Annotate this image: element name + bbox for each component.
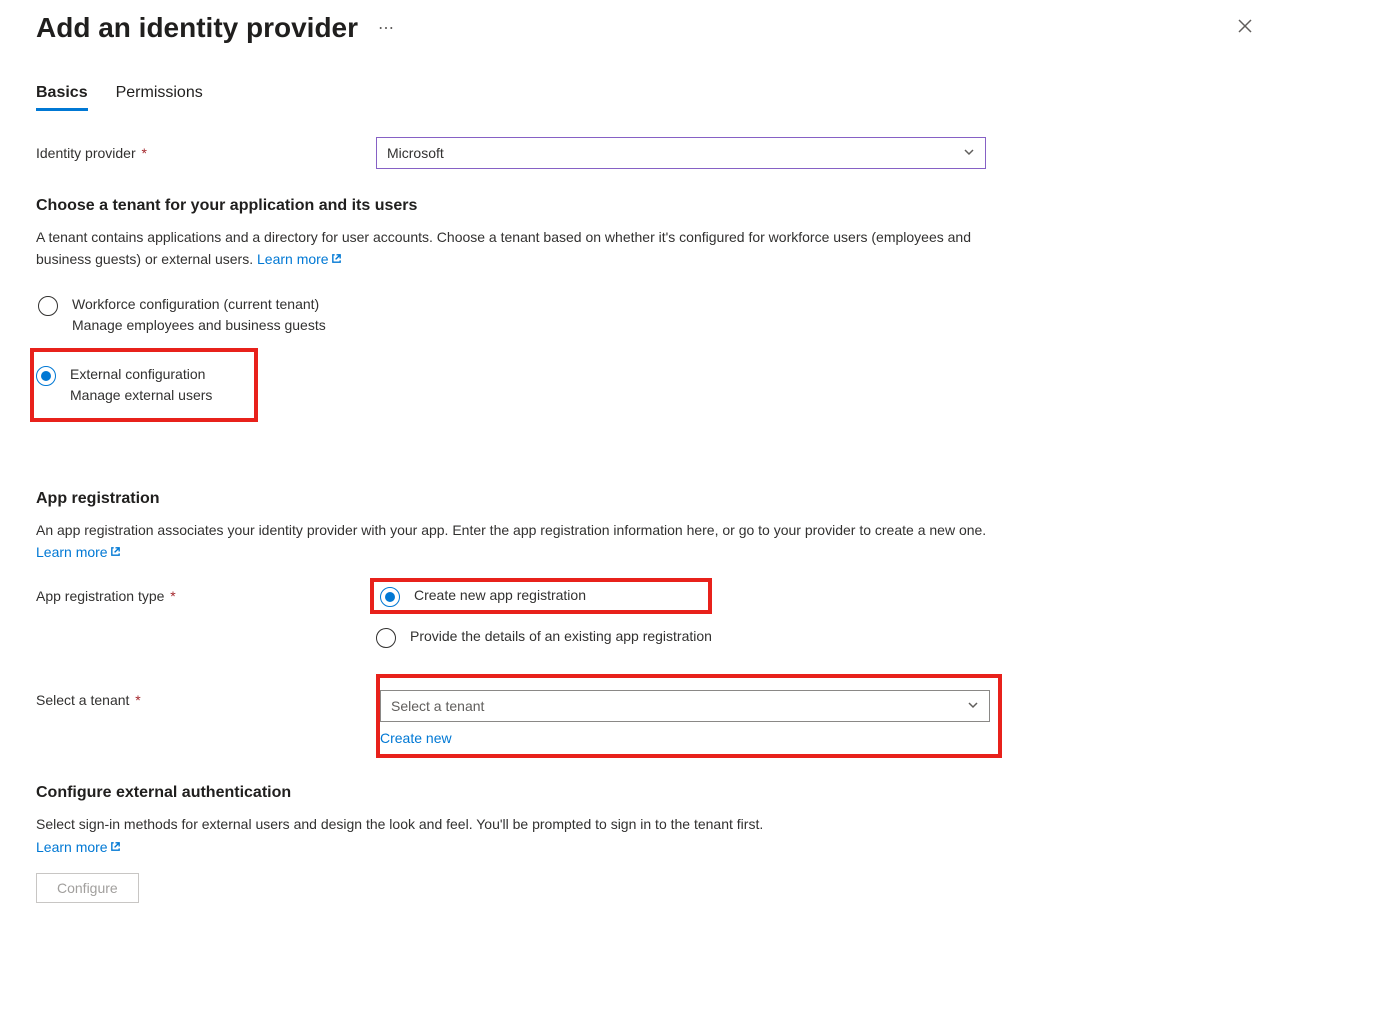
external-link-icon <box>110 839 121 855</box>
highlight-select-tenant: Select a tenant Create new <box>376 674 1002 758</box>
tenant-learn-more-link[interactable]: Learn more <box>257 251 342 267</box>
identity-provider-label: Identity provider * <box>36 145 376 161</box>
identity-provider-select[interactable]: Microsoft <box>376 137 986 169</box>
radio-texts: Workforce configuration (current tenant)… <box>72 294 326 336</box>
app-reg-type-options: Create new app registration Provide the … <box>376 582 712 648</box>
select-tenant-label-col: Select a tenant * <box>36 674 380 708</box>
app-reg-text: An app registration associates your iden… <box>36 520 996 563</box>
tenant-section-description: A tenant contains applications and a dir… <box>36 229 971 267</box>
radio-create-new-app-reg[interactable]: Create new app registration <box>380 585 586 607</box>
select-tenant-inner: Select a tenant Create new <box>380 690 990 746</box>
more-icon[interactable]: ⋯ <box>378 18 395 38</box>
radio-workforce-config[interactable]: Workforce configuration (current tenant)… <box>36 288 1347 342</box>
chevron-down-icon <box>967 698 979 714</box>
create-new-tenant-link[interactable]: Create new <box>380 730 990 746</box>
workforce-sublabel: Manage employees and business guests <box>72 315 326 336</box>
workforce-label: Workforce configuration (current tenant) <box>72 294 326 315</box>
close-icon[interactable] <box>1233 14 1257 43</box>
radio-circle-icon <box>376 628 396 648</box>
external-label: External configuration <box>70 364 212 385</box>
external-sublabel: Manage external users <box>70 385 212 406</box>
chevron-down-icon <box>963 145 975 161</box>
radio-circle-selected-icon <box>36 366 56 386</box>
tenant-learn-more-text: Learn more <box>257 251 329 267</box>
tenant-section-text: A tenant contains applications and a dir… <box>36 227 996 270</box>
highlight-external-config: External configuration Manage external u… <box>30 348 258 422</box>
existing-app-reg-label: Provide the details of an existing app r… <box>410 626 712 647</box>
identity-provider-label-text: Identity provider <box>36 145 136 161</box>
identity-provider-row: Identity provider * Microsoft <box>36 137 1347 169</box>
tenant-config-radio-group: Workforce configuration (current tenant)… <box>36 288 1347 422</box>
app-reg-learn-more-link[interactable]: Learn more <box>36 544 121 560</box>
radio-texts: External configuration Manage external u… <box>70 364 212 406</box>
tab-permissions[interactable]: Permissions <box>116 84 203 111</box>
select-tenant-placeholder: Select a tenant <box>391 698 484 714</box>
required-indicator: * <box>131 692 140 708</box>
app-reg-type-row: App registration type * Create new app r… <box>36 582 1347 648</box>
radio-external-config[interactable]: External configuration Manage external u… <box>34 358 214 412</box>
app-reg-heading: App registration <box>36 490 1347 508</box>
app-reg-type-label: App registration type <box>36 588 164 604</box>
select-tenant-label: Select a tenant <box>36 692 129 708</box>
app-reg-learn-more-text: Learn more <box>36 544 108 560</box>
ext-auth-text: Select sign-in methods for external user… <box>36 814 996 836</box>
app-reg-type-label-col: App registration type * <box>36 582 376 604</box>
radio-circle-selected-icon <box>380 587 400 607</box>
tabs: Basics Permissions <box>36 84 1347 111</box>
radio-existing-app-reg[interactable]: Provide the details of an existing app r… <box>376 626 712 648</box>
page-title: Add an identity provider <box>36 12 358 44</box>
ext-auth-learn-more-link[interactable]: Learn more <box>36 839 121 855</box>
select-tenant-row: Select a tenant * Select a tenant Create… <box>36 674 1347 758</box>
external-link-icon <box>110 542 121 564</box>
create-new-app-reg-label: Create new app registration <box>414 585 586 606</box>
app-reg-description: An app registration associates your iden… <box>36 522 986 538</box>
identity-provider-value: Microsoft <box>387 145 444 161</box>
ext-auth-learn-more-text: Learn more <box>36 839 108 855</box>
tab-basics[interactable]: Basics <box>36 84 88 111</box>
header-row: Add an identity provider ⋯ <box>36 12 1347 44</box>
radio-circle-icon <box>38 296 58 316</box>
select-tenant-dropdown[interactable]: Select a tenant <box>380 690 990 722</box>
required-indicator: * <box>138 145 147 161</box>
ext-auth-heading: Configure external authentication <box>36 784 1347 802</box>
tenant-section-heading: Choose a tenant for your application and… <box>36 197 1347 215</box>
highlight-create-new-app-reg: Create new app registration <box>370 578 712 614</box>
external-link-icon <box>331 249 342 271</box>
configure-button[interactable]: Configure <box>36 873 139 903</box>
ext-auth-description: Select sign-in methods for external user… <box>36 816 763 832</box>
required-indicator: * <box>166 588 175 604</box>
header-left: Add an identity provider ⋯ <box>36 12 395 44</box>
